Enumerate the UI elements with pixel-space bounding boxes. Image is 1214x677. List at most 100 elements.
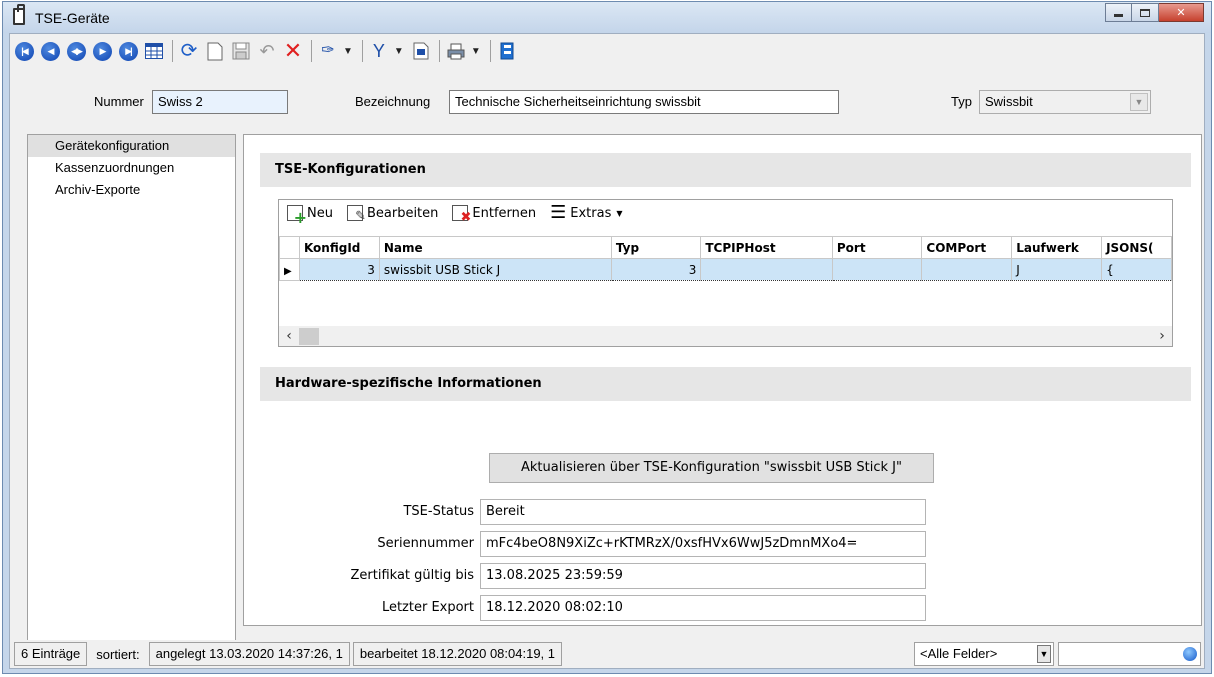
sidebar-item-archiv-exporte[interactable]: Archiv-Exporte — [28, 179, 235, 201]
grid-toolbar: Neu Bearbeiten Entfernen ☰ Extras ▼ — [279, 200, 1172, 227]
scrollbar-thumb[interactable] — [299, 327, 319, 345]
tse-status-label: TSE-Status — [403, 504, 474, 519]
status-sorted: sortiert: — [96, 646, 140, 662]
column-header[interactable]: Name — [378, 236, 612, 259]
grid-remove-button[interactable]: Entfernen — [452, 205, 536, 225]
section-title-hardware: Hardware-spezifische Informationen — [260, 367, 1191, 401]
bookmark-button[interactable] — [410, 40, 432, 62]
chevron-down-icon: ▼ — [616, 208, 623, 218]
save-button[interactable] — [230, 40, 252, 62]
filter-icon: Y — [372, 41, 385, 61]
undo-button[interactable]: ↶ — [256, 40, 278, 62]
typ-select-value: Swissbit — [985, 94, 1033, 109]
current-row-icon: ▶ — [284, 265, 292, 277]
search-input[interactable] — [1058, 642, 1201, 666]
bezeichnung-field[interactable]: Technische Sicherheitseinrichtung swissb… — [449, 90, 839, 114]
seriennummer-field[interactable]: mFc4beO8N9XiZc+rKTMRzX/0xsfHVx6WwJ5zDmnM… — [480, 531, 926, 557]
sidebar-item-geraetekonfiguration[interactable]: Gerätekonfiguration — [28, 135, 235, 157]
close-button[interactable]: ✕ — [1159, 3, 1204, 22]
grid-extras-button[interactable]: ☰ Extras ▼ — [550, 202, 623, 223]
clipboard-button[interactable] — [496, 40, 518, 62]
last-record-icon: ▶| — [118, 41, 138, 61]
previous-page-icon: ◀ — [40, 41, 60, 61]
nummer-label: Nummer — [94, 94, 144, 109]
maximize-icon — [1140, 8, 1150, 17]
next-record-icon: ▶ — [92, 41, 112, 61]
previous-record-button[interactable]: ◀▶ — [65, 40, 87, 62]
column-header[interactable]: Port — [831, 236, 923, 259]
table-cell[interactable] — [921, 258, 1013, 281]
delete-button[interactable]: ✕ — [282, 40, 304, 62]
table-row[interactable]: ▶ 3 swissbit USB Stick J 3 J { — [279, 258, 1172, 281]
print-button[interactable] — [445, 40, 467, 62]
table-view-icon — [145, 43, 163, 59]
typ-select[interactable]: Swissbit ▼ — [979, 90, 1151, 114]
tse-status-field[interactable]: Bereit — [480, 499, 926, 525]
table-cell[interactable]: 3 — [298, 258, 380, 281]
grid-edit-label: Bearbeiten — [366, 205, 439, 221]
menu-icon: ☰ — [550, 202, 567, 223]
print-dropdown-icon[interactable]: ▼ — [471, 46, 481, 57]
grid-new-button[interactable]: Neu — [287, 205, 333, 227]
toolbar-separator — [438, 40, 440, 62]
table-cell[interactable]: J — [1011, 258, 1103, 281]
main-panel: TSE-Konfigurationen Neu Bearbeiten Entfe… — [243, 134, 1202, 626]
table-view-button[interactable] — [143, 40, 165, 62]
client-area: |◀ ◀ ◀▶ ▶ ▶| ⟳ ↶ ✕ ✑ ▼ Y ▼ ▼ Nummer Swis… — [9, 33, 1205, 669]
column-header[interactable]: JSONS( — [1101, 236, 1172, 259]
column-header[interactable]: Typ — [610, 236, 702, 259]
column-header[interactable]: Laufwerk — [1011, 236, 1103, 259]
edit-icon — [346, 205, 366, 224]
filter-dropdown-icon[interactable]: ▼ — [394, 46, 404, 57]
previous-record-icon: ◀▶ — [66, 41, 86, 61]
row-indicator-header — [279, 236, 300, 259]
update-tse-button[interactable]: Aktualisieren über TSE-Konfiguration "sw… — [489, 453, 934, 483]
remove-icon — [452, 205, 471, 225]
table-cell[interactable]: swissbit USB Stick J — [378, 258, 612, 281]
minimize-button[interactable] — [1105, 3, 1132, 22]
zertifikat-field[interactable]: 13.08.2025 23:59:59 — [480, 563, 926, 589]
horizontal-scrollbar[interactable]: ‹ › — [279, 326, 1172, 346]
refresh-button[interactable]: ⟳ — [178, 40, 200, 62]
filter-button[interactable]: Y — [368, 40, 390, 62]
new-document-button[interactable] — [204, 40, 226, 62]
column-header[interactable]: TCPIPHost — [700, 236, 833, 259]
field-filter-value: <Alle Felder> — [920, 646, 998, 661]
table-cell[interactable] — [700, 258, 833, 281]
sidebar-item-kassenzuordnungen[interactable]: Kassenzuordnungen — [28, 157, 235, 179]
chevron-down-icon[interactable]: ▼ — [1130, 93, 1148, 111]
chevron-down-icon[interactable]: ▼ — [1037, 645, 1051, 663]
delete-icon: ✕ — [283, 38, 303, 63]
column-header[interactable]: KonfigId — [298, 236, 380, 259]
status-bar: 6 Einträge sortiert: angelegt 13.03.2020… — [10, 640, 1204, 668]
table-cell[interactable]: { — [1101, 258, 1172, 281]
bookmark-icon — [413, 42, 429, 60]
grid-extras-label: Extras — [570, 205, 612, 221]
nummer-field[interactable]: Swiss 2 — [152, 90, 288, 114]
first-record-button[interactable]: |◀ — [13, 40, 35, 62]
maximize-button[interactable] — [1132, 3, 1159, 22]
last-record-button[interactable]: ▶| — [117, 40, 139, 62]
globe-icon[interactable] — [1183, 647, 1197, 661]
add-icon — [287, 205, 307, 227]
chevron-left-icon[interactable]: ‹ — [279, 328, 299, 344]
grid-edit-button[interactable]: Bearbeiten — [346, 205, 439, 224]
table-cell[interactable]: 3 — [610, 258, 702, 281]
table-cell[interactable] — [831, 258, 923, 281]
clipboard-icon — [500, 42, 514, 60]
toolbar-separator — [361, 40, 363, 62]
tools-button[interactable]: ✑ — [317, 40, 339, 62]
status-count: 6 Einträge — [14, 642, 88, 666]
undo-icon: ↶ — [259, 41, 275, 61]
letzter-export-field[interactable]: 18.12.2020 08:02:10 — [480, 595, 926, 621]
chevron-right-icon[interactable]: › — [1152, 328, 1172, 344]
typ-label: Typ — [951, 94, 972, 109]
title-bar[interactable]: TSE-Geräte ✕ — [3, 2, 1211, 33]
column-header[interactable]: COMPort — [921, 236, 1013, 259]
previous-page-button[interactable]: ◀ — [39, 40, 61, 62]
field-filter-select[interactable]: <Alle Felder> ▼ — [914, 642, 1054, 666]
toolbar-separator — [489, 40, 491, 62]
tools-dropdown-icon[interactable]: ▼ — [343, 46, 353, 57]
next-record-button[interactable]: ▶ — [91, 40, 113, 62]
toolbar-separator — [311, 40, 312, 62]
